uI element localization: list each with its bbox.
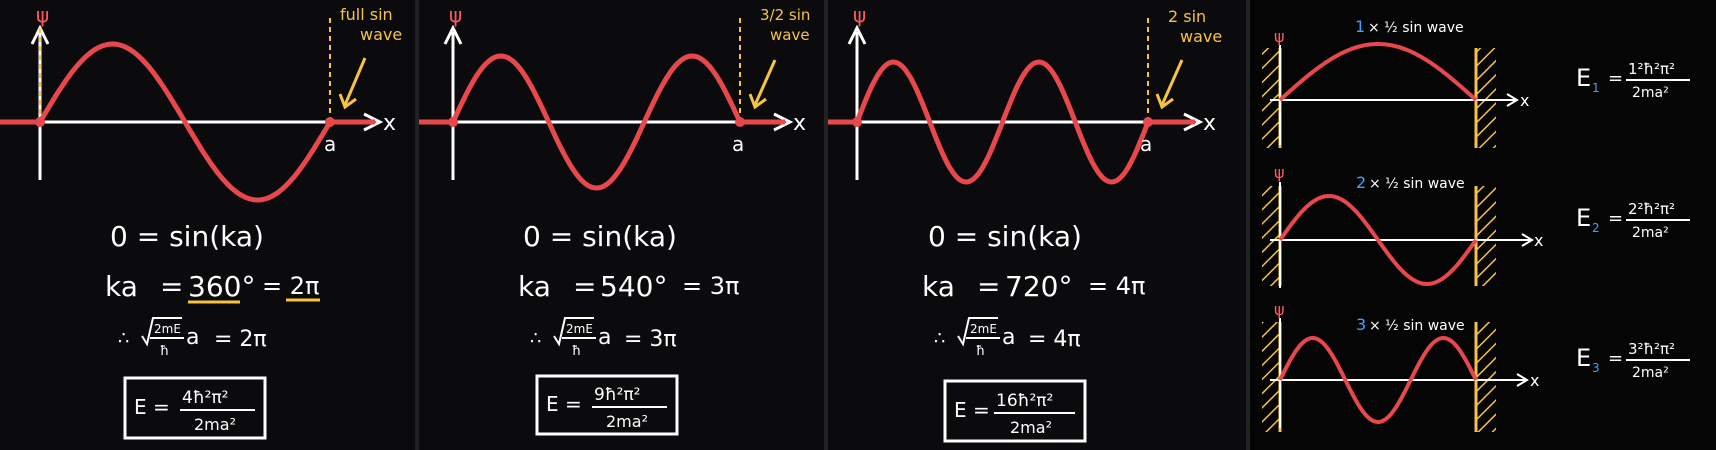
energy-numerator: 1²ħ²π² — [1628, 60, 1675, 78]
therefore-symbol: ∴ — [530, 328, 541, 349]
left-wall — [1262, 186, 1280, 286]
equals-sign: = — [1608, 68, 1623, 89]
sqrt-content: 2mE — [566, 322, 593, 336]
energy-numerator: 2²ħ²π² — [1628, 200, 1675, 218]
x-axis-label: x — [1520, 91, 1529, 110]
end-node — [735, 117, 745, 127]
therefore-symbol: ∴ — [934, 328, 945, 349]
a-label: a — [1140, 132, 1152, 156]
eq-ka-degrees: 360° — [188, 270, 255, 303]
right-wall — [1476, 48, 1496, 148]
note-line-1: full sin — [340, 5, 393, 24]
energy-symbol: E — [1576, 204, 1591, 232]
note-line-2: wave — [770, 26, 810, 44]
eq-ka-radians: = 4π — [1088, 272, 1145, 300]
equals-sign: = — [1608, 348, 1623, 369]
box-denominator: 2ma² — [606, 412, 648, 431]
a-label: a — [732, 132, 744, 156]
x-axis-label: x — [383, 111, 396, 136]
eq-ka-equals: = — [573, 270, 596, 303]
wave-count: 1 — [1355, 17, 1365, 36]
quantum-well-diagram: x ψ a full sin wave 0 = sin(ka) ka = 360… — [0, 0, 1716, 450]
left-wall — [1262, 48, 1280, 148]
eq3-rhs: = 3π — [624, 327, 677, 352]
right-wall — [1476, 322, 1496, 432]
eq3-a: a — [186, 325, 199, 350]
eq-ka-radians: = 3π — [682, 272, 739, 300]
eq-ka-radians: = 2π — [262, 272, 319, 300]
psi-label: ψ — [1274, 163, 1285, 182]
energy-denominator: 2ma² — [1632, 85, 1669, 101]
psi-label: ψ — [853, 3, 866, 27]
eq3-rhs: = 2π — [214, 327, 267, 352]
psi-label: ψ — [1274, 300, 1285, 319]
equals-sign: = — [1608, 208, 1623, 229]
hbar-denominator: ħ — [572, 344, 581, 359]
origin-node — [35, 117, 45, 127]
note-line-1: 3/2 sin — [760, 6, 810, 24]
eq-sin-condition: 0 = sin(ka) — [928, 220, 1082, 253]
eq-ka-left: ka — [518, 270, 551, 303]
end-node — [325, 117, 335, 127]
box-E: E = — [954, 398, 990, 422]
origin-node — [448, 117, 458, 127]
x-axis-label: x — [1534, 231, 1543, 250]
wave-label: × ½ sin wave — [1368, 20, 1464, 36]
origin-node — [852, 117, 862, 127]
box-numerator: 9ħ²π² — [594, 385, 641, 405]
panel-divider — [824, 0, 828, 450]
psi-label: ψ — [449, 3, 462, 27]
eq-ka-degrees: 720° — [1005, 270, 1072, 303]
eq-sin-condition: 0 = sin(ka) — [110, 220, 264, 253]
wave-count: 3 — [1356, 315, 1366, 334]
box-numerator: 4ħ²π² — [182, 388, 229, 408]
hbar-denominator: ħ — [976, 344, 985, 359]
box-E: E = — [546, 392, 582, 416]
sqrt-content: 2mE — [154, 322, 181, 336]
eq-ka-equals: = — [977, 270, 1000, 303]
right-wall — [1476, 186, 1496, 286]
psi-label: ψ — [1274, 27, 1285, 46]
a-label: a — [324, 132, 336, 156]
wave-label: × ½ sin wave — [1369, 318, 1465, 334]
sqrt-content: 2mE — [970, 322, 997, 336]
box-E: E = — [134, 395, 170, 419]
end-node — [1143, 117, 1153, 127]
energy-numerator: 3²ħ²π² — [1628, 340, 1675, 358]
box-denominator: 2ma² — [1010, 418, 1052, 437]
eq3-a: a — [598, 325, 611, 350]
energy-subscript: 3 — [1592, 361, 1600, 375]
box-numerator: 16ħ²π² — [996, 391, 1053, 411]
energy-denominator: 2ma² — [1632, 365, 1669, 381]
x-axis-label: x — [1530, 371, 1539, 390]
wave-label: × ½ sin wave — [1369, 176, 1465, 192]
eq3-rhs: = 4π — [1028, 327, 1081, 352]
energy-subscript: 2 — [1592, 221, 1600, 235]
energy-denominator: 2ma² — [1632, 225, 1669, 241]
energy-subscript: 1 — [1592, 81, 1600, 95]
note-line-2: wave — [1180, 27, 1222, 46]
psi-label: ψ — [36, 3, 49, 27]
note-line-2: wave — [360, 25, 402, 44]
panel-divider — [415, 0, 419, 450]
note-line-1: 2 sin — [1168, 7, 1206, 26]
therefore-symbol: ∴ — [118, 328, 129, 349]
left-wall — [1262, 322, 1280, 432]
x-axis-label: x — [793, 111, 806, 136]
hbar-denominator: ħ — [160, 344, 169, 359]
x-axis-label: x — [1203, 111, 1216, 136]
box-denominator: 2ma² — [194, 415, 236, 434]
energy-symbol: E — [1576, 344, 1591, 372]
eq-sin-condition: 0 = sin(ka) — [523, 220, 677, 253]
eq-ka-degrees: 540° — [600, 270, 667, 303]
eq-ka-equals: = — [160, 270, 183, 303]
eq-ka-left: ka — [922, 270, 955, 303]
eq3-a: a — [1002, 325, 1015, 350]
eq-ka-left: ka — [105, 270, 138, 303]
energy-symbol: E — [1576, 64, 1591, 92]
panel-divider — [1246, 0, 1250, 450]
wave-count: 2 — [1356, 173, 1366, 192]
